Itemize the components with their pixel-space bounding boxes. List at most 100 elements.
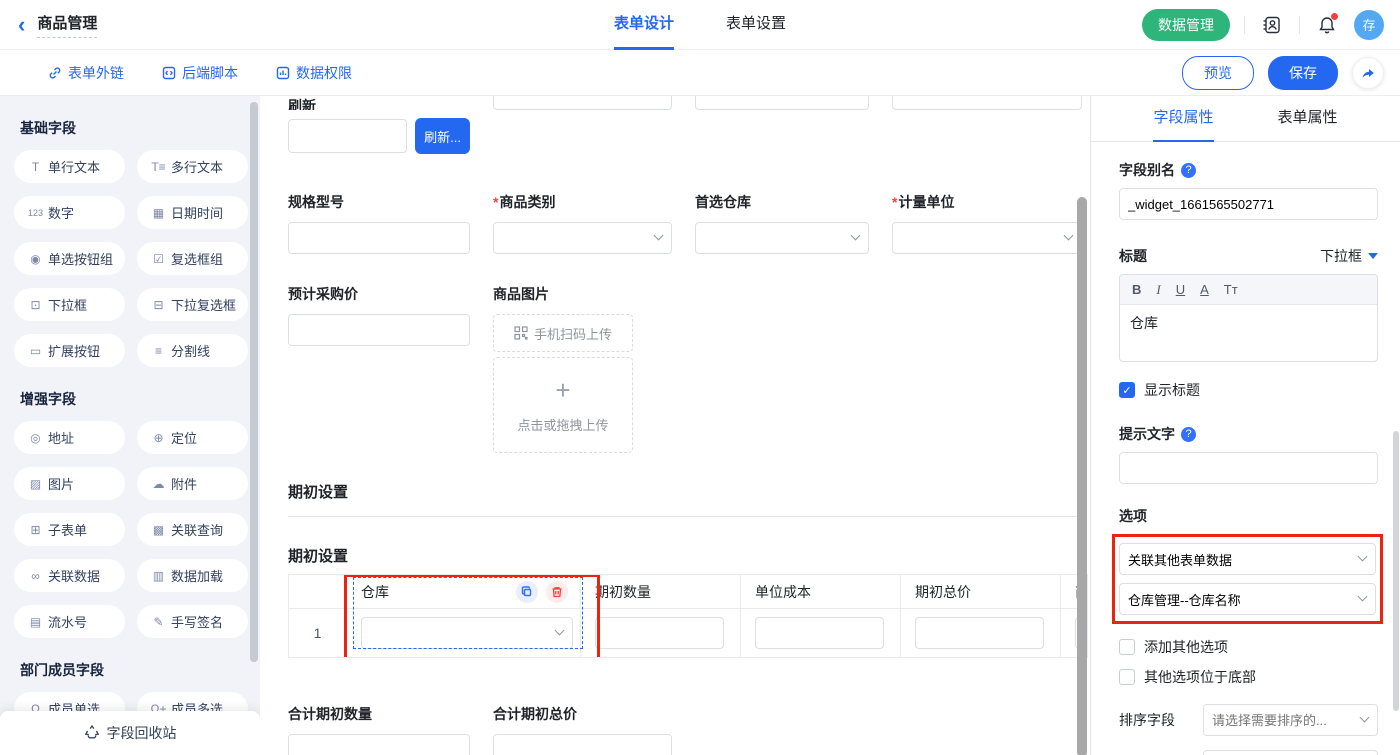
other-option-bottom-row[interactable]: 其他选项位于底部 (1119, 667, 1378, 687)
refresh-field-input[interactable] (288, 119, 407, 153)
sidebar-item-multi-line-text[interactable]: T≡多行文本 (137, 150, 248, 183)
warehouse-select[interactable] (361, 617, 573, 649)
data-manage-button[interactable]: 数据管理 (1142, 9, 1230, 41)
clipped-field-input[interactable] (493, 96, 672, 110)
widget-type-dropdown[interactable]: 下拉框 (1320, 246, 1378, 266)
copy-column-button[interactable] (516, 581, 538, 603)
option-field-select[interactable] (1119, 583, 1376, 615)
field-unit-of-measure[interactable]: *计量单位 (892, 192, 1082, 254)
notification-bell-icon[interactable] (1314, 12, 1340, 38)
font-size-button[interactable]: Tᴛ (1224, 282, 1238, 297)
font-color-button[interactable]: A (1200, 282, 1209, 297)
sidebar-item-image[interactable]: ▨图片 (14, 467, 125, 500)
sidebar-item-checkbox-group[interactable]: ☑复选框组 (137, 242, 248, 275)
placeholder-input[interactable] (1119, 452, 1378, 484)
italic-button[interactable]: I (1156, 282, 1160, 298)
field-product-image[interactable]: 商品图片 手机扫码上传 + 点击或拖拽上传 (493, 284, 633, 453)
sort-field-select[interactable] (1203, 704, 1378, 736)
field-estimated-price[interactable]: 预计采购价 (288, 284, 470, 453)
subform-field[interactable]: 期初设置 仓库 (288, 545, 1090, 658)
field-total-initial-qty[interactable]: 合计期初数量 (288, 704, 470, 755)
tab-field-properties[interactable]: 字段属性 (1153, 96, 1213, 142)
delete-column-button[interactable] (546, 581, 568, 603)
canvas-scrollbar[interactable] (1077, 197, 1087, 755)
column-header-initial-total[interactable]: 期初总价 (901, 575, 1061, 608)
help-icon[interactable]: ? (1181, 427, 1196, 442)
tab-form-design[interactable]: 表单设计 (614, 0, 674, 50)
title-value[interactable]: 仓库 (1120, 305, 1377, 361)
total-initial-price-input[interactable] (493, 734, 672, 755)
sidebar-item-location[interactable]: ⊕定位 (137, 421, 248, 454)
sidebar-item-signature[interactable]: ✎手写签名 (137, 605, 248, 638)
sidebar-item-address[interactable]: ◎地址 (14, 421, 125, 454)
bold-button[interactable]: B (1132, 282, 1141, 297)
form-external-link[interactable]: 表单外链 (48, 63, 124, 83)
preferred-warehouse-select[interactable] (695, 222, 869, 254)
sidebar-item-attachment[interactable]: ☁附件 (137, 467, 248, 500)
initial-qty-input[interactable] (595, 617, 724, 649)
checkbox-unchecked-icon[interactable] (1119, 639, 1135, 655)
field-preferred-warehouse[interactable]: 首选仓库 (695, 192, 869, 254)
field-product-category[interactable]: *商品类别 (493, 192, 672, 254)
field-spec-model[interactable]: 规格型号 (288, 192, 470, 254)
sort-rule-select[interactable] (1203, 750, 1378, 755)
initial-qty-cell[interactable] (581, 609, 741, 657)
sidebar-item-number[interactable]: 123数字 (14, 196, 125, 229)
drag-drop-upload-area[interactable]: + 点击或拖拽上传 (493, 357, 633, 453)
sidebar-item-subform[interactable]: ⊞子表单 (14, 513, 125, 546)
sidebar-item-dropdown[interactable]: ⊡下拉框 (14, 288, 125, 321)
field-total-initial-price[interactable]: 合计期初总价 (493, 704, 672, 755)
sidebar-item-linked-query[interactable]: ▩关联查询 (137, 513, 248, 546)
scan-upload-button[interactable]: 手机扫码上传 (493, 314, 633, 352)
section-divider-field[interactable]: 期初设置 (288, 481, 1090, 517)
sidebar-scrollbar[interactable] (250, 102, 258, 662)
sidebar-item-data-load[interactable]: ▥数据加载 (137, 559, 248, 592)
back-chevron-icon[interactable]: ‹ (16, 14, 27, 36)
avatar[interactable]: 存 (1354, 10, 1384, 40)
panel-scrollbar[interactable] (1393, 431, 1399, 711)
sidebar-item-datetime[interactable]: ▦日期时间 (137, 196, 248, 229)
sidebar-item-extend-button[interactable]: ▭扩展按钮 (14, 334, 125, 367)
field-recycle-bin[interactable]: 字段回收站 (0, 711, 260, 755)
preview-button[interactable]: 预览 (1182, 56, 1254, 90)
column-header-warehouse[interactable]: 仓库 (347, 575, 581, 608)
add-other-option-row[interactable]: 添加其他选项 (1119, 637, 1378, 657)
unit-cost-cell[interactable] (741, 609, 901, 657)
column-header-initial-qty[interactable]: 期初数量 (581, 575, 741, 608)
sidebar-item-serial-number[interactable]: ▤流水号 (14, 605, 125, 638)
save-button[interactable]: 保存 (1268, 56, 1338, 90)
underline-button[interactable]: U (1176, 282, 1185, 297)
total-initial-qty-input[interactable] (288, 734, 470, 755)
product-category-select[interactable] (493, 222, 672, 254)
sidebar-item-linked-data[interactable]: ∞关联数据 (14, 559, 125, 592)
column-header-unit-cost[interactable]: 单位成本 (741, 575, 901, 608)
tab-form-properties[interactable]: 表单属性 (1278, 96, 1338, 142)
sidebar-item-multi-dropdown[interactable]: ⊟下拉复选框 (137, 288, 248, 321)
sidebar-item-single-line-text[interactable]: T单行文本 (14, 150, 125, 183)
option-source-select[interactable] (1119, 543, 1376, 575)
sidebar-item-radio-group[interactable]: ◉单选按钮组 (14, 242, 125, 275)
spec-model-input[interactable] (288, 222, 470, 254)
checkbox-checked-icon[interactable]: ✓ (1119, 382, 1135, 398)
unit-cost-input[interactable] (755, 617, 884, 649)
sub-toolbar: 表单外链 后端脚本 数据权限 预览 保存 (0, 50, 1400, 96)
backend-script-link[interactable]: 后端脚本 (162, 63, 238, 83)
share-button[interactable] (1352, 57, 1384, 89)
help-icon[interactable]: ? (1181, 163, 1196, 178)
sidebar-item-divider[interactable]: ≡分割线 (137, 334, 248, 367)
form-title[interactable]: 商品管理 (37, 12, 97, 38)
tab-form-settings[interactable]: 表单设置 (726, 0, 786, 50)
estimated-price-input[interactable] (288, 314, 470, 346)
checkbox-unchecked-icon[interactable] (1119, 669, 1135, 685)
data-permission-link[interactable]: 数据权限 (276, 63, 352, 83)
refresh-button[interactable]: 刷新... (415, 118, 470, 154)
clipped-field-input[interactable] (695, 96, 869, 110)
unit-of-measure-select[interactable] (892, 222, 1082, 254)
contacts-book-icon[interactable] (1259, 12, 1285, 38)
initial-total-input[interactable] (915, 617, 1044, 649)
warehouse-cell[interactable] (347, 609, 581, 657)
initial-total-cell[interactable] (901, 609, 1061, 657)
clipped-field-input[interactable] (892, 96, 1082, 110)
field-alias-input[interactable] (1119, 188, 1378, 220)
show-title-checkbox-row[interactable]: ✓ 显示标题 (1119, 380, 1378, 400)
